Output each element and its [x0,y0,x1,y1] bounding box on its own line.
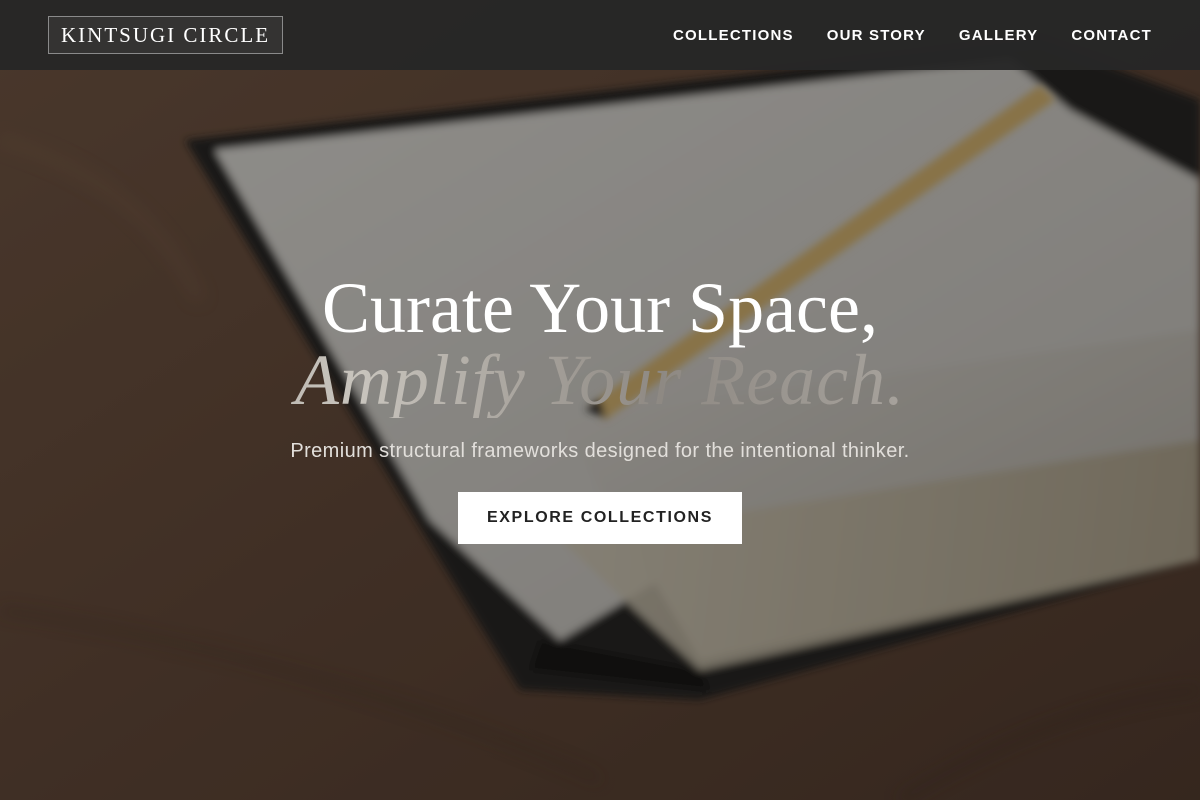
nav-item-collections[interactable]: COLLECTIONS [673,27,794,44]
main-nav: COLLECTIONS OUR STORY GALLERY CONTACT [673,27,1152,44]
logo[interactable]: KINTSUGI CIRCLE [48,16,284,54]
hero-subtitle: Premium structural frameworks designed f… [290,440,910,462]
hero-headline: Curate Your Space, [322,268,878,348]
nav-item-gallery[interactable]: GALLERY [959,27,1039,44]
hero-headline-accent: Amplify Your Reach. [0,342,1200,418]
nav-item-contact[interactable]: CONTACT [1071,27,1152,44]
site-header: KINTSUGI CIRCLE COLLECTIONS OUR STORY GA… [0,0,1200,70]
nav-item-our-story[interactable]: OUR STORY [827,27,926,44]
explore-collections-button[interactable]: EXPLORE COLLECTIONS [458,492,742,544]
page: KINTSUGI CIRCLE COLLECTIONS OUR STORY GA… [0,0,1200,800]
hero-section: Curate Your Space, Amplify Your Reach. P… [0,70,1200,800]
